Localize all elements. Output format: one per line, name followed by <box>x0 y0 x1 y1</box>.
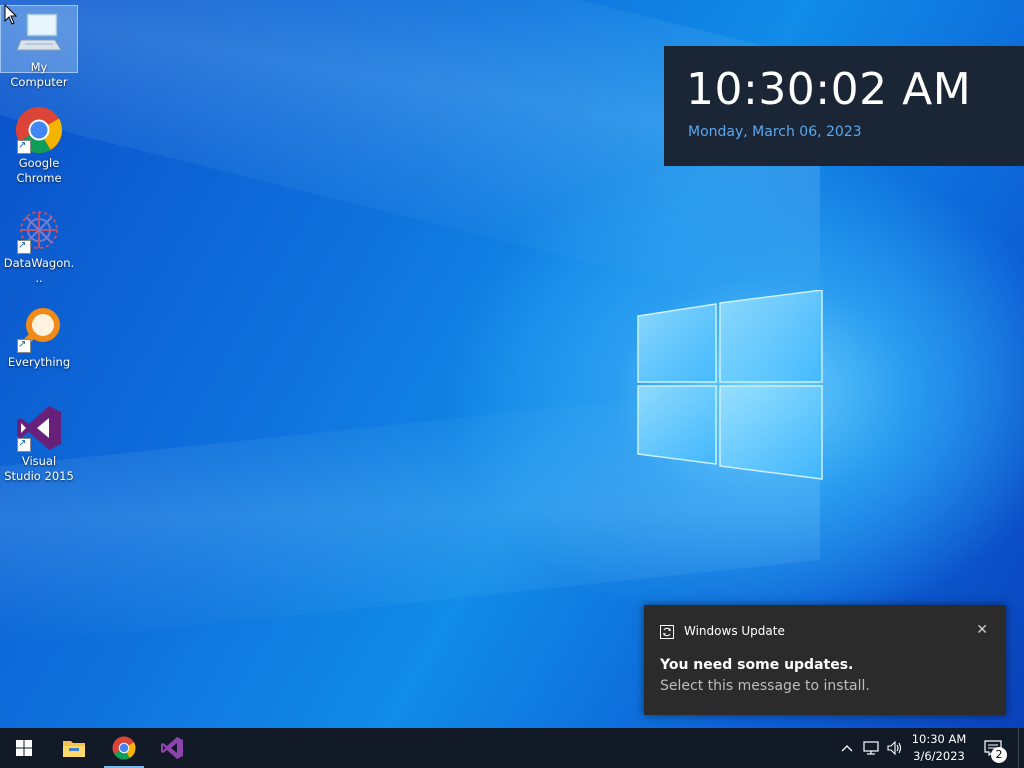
taskbar: 10:30 AM 3/6/2023 <box>0 728 1024 768</box>
shortcut-arrow-icon <box>17 436 31 452</box>
toast-app-name: Windows Update <box>684 624 785 638</box>
toast-body: Select this message to install. <box>660 678 870 694</box>
chrome-icon <box>112 736 136 760</box>
chevron-up-icon <box>841 745 853 752</box>
desktop-icon-datawagon[interactable]: DataWagon... <box>1 200 77 286</box>
taskbar-visual-studio[interactable] <box>148 728 196 768</box>
clock-time: 10:30:02 AM <box>686 64 972 115</box>
network-icon <box>863 741 879 755</box>
everything-search-icon <box>15 305 63 353</box>
windows-start-icon <box>16 740 32 756</box>
desktop-icon-label: Google Chrome <box>16 156 62 185</box>
clock-date: Monday, March 06, 2023 <box>688 124 862 140</box>
start-button[interactable] <box>0 728 48 768</box>
windows-update-toast[interactable]: Windows Update ✕ You need some updates. … <box>644 605 1006 715</box>
desktop-clock-widget: 10:30:02 AM Monday, March 06, 2023 <box>664 46 1024 166</box>
tray-show-hidden-icons[interactable] <box>838 728 856 768</box>
file-explorer-icon <box>63 741 85 757</box>
chrome-icon <box>15 106 63 154</box>
windows-update-icon <box>660 625 674 639</box>
datawagon-icon <box>15 206 63 254</box>
shortcut-arrow-icon <box>17 238 31 254</box>
visual-studio-icon <box>15 404 63 452</box>
shortcut-arrow-icon <box>17 337 31 353</box>
desktop-icon-visual-studio[interactable]: Visual Studio 2015 <box>1 398 77 484</box>
desktop-icon-label: Everything <box>7 355 71 369</box>
computer-icon <box>15 10 63 58</box>
taskbar-chrome[interactable] <box>100 728 148 768</box>
desktop-icon-label: My Computer <box>10 60 68 89</box>
show-desktop-button[interactable] <box>1018 728 1024 768</box>
desktop-icon-google-chrome[interactable]: Google Chrome <box>1 100 77 186</box>
notification-count-badge: 2 <box>991 747 1007 763</box>
tray-clock[interactable]: 10:30 AM 3/6/2023 <box>904 731 974 765</box>
close-icon[interactable]: ✕ <box>976 622 988 638</box>
desktop-icon-label: Visual Studio 2015 <box>4 454 74 483</box>
mouse-cursor-icon <box>4 4 18 25</box>
taskbar-file-explorer[interactable] <box>50 728 98 768</box>
speaker-icon <box>887 741 902 755</box>
tray-time: 10:30 AM <box>911 732 967 746</box>
shortcut-arrow-icon <box>17 138 31 154</box>
tray-date: 3/6/2023 <box>913 749 965 763</box>
desktop-icon-label: DataWagon... <box>3 256 75 285</box>
desktop-icon-everything[interactable]: Everything <box>1 299 77 370</box>
toast-title: You need some updates. <box>660 657 854 673</box>
tray-volume[interactable] <box>884 728 906 768</box>
visual-studio-icon <box>161 737 183 759</box>
tray-network[interactable] <box>860 728 882 768</box>
windows-logo-wallpaper <box>637 290 823 480</box>
